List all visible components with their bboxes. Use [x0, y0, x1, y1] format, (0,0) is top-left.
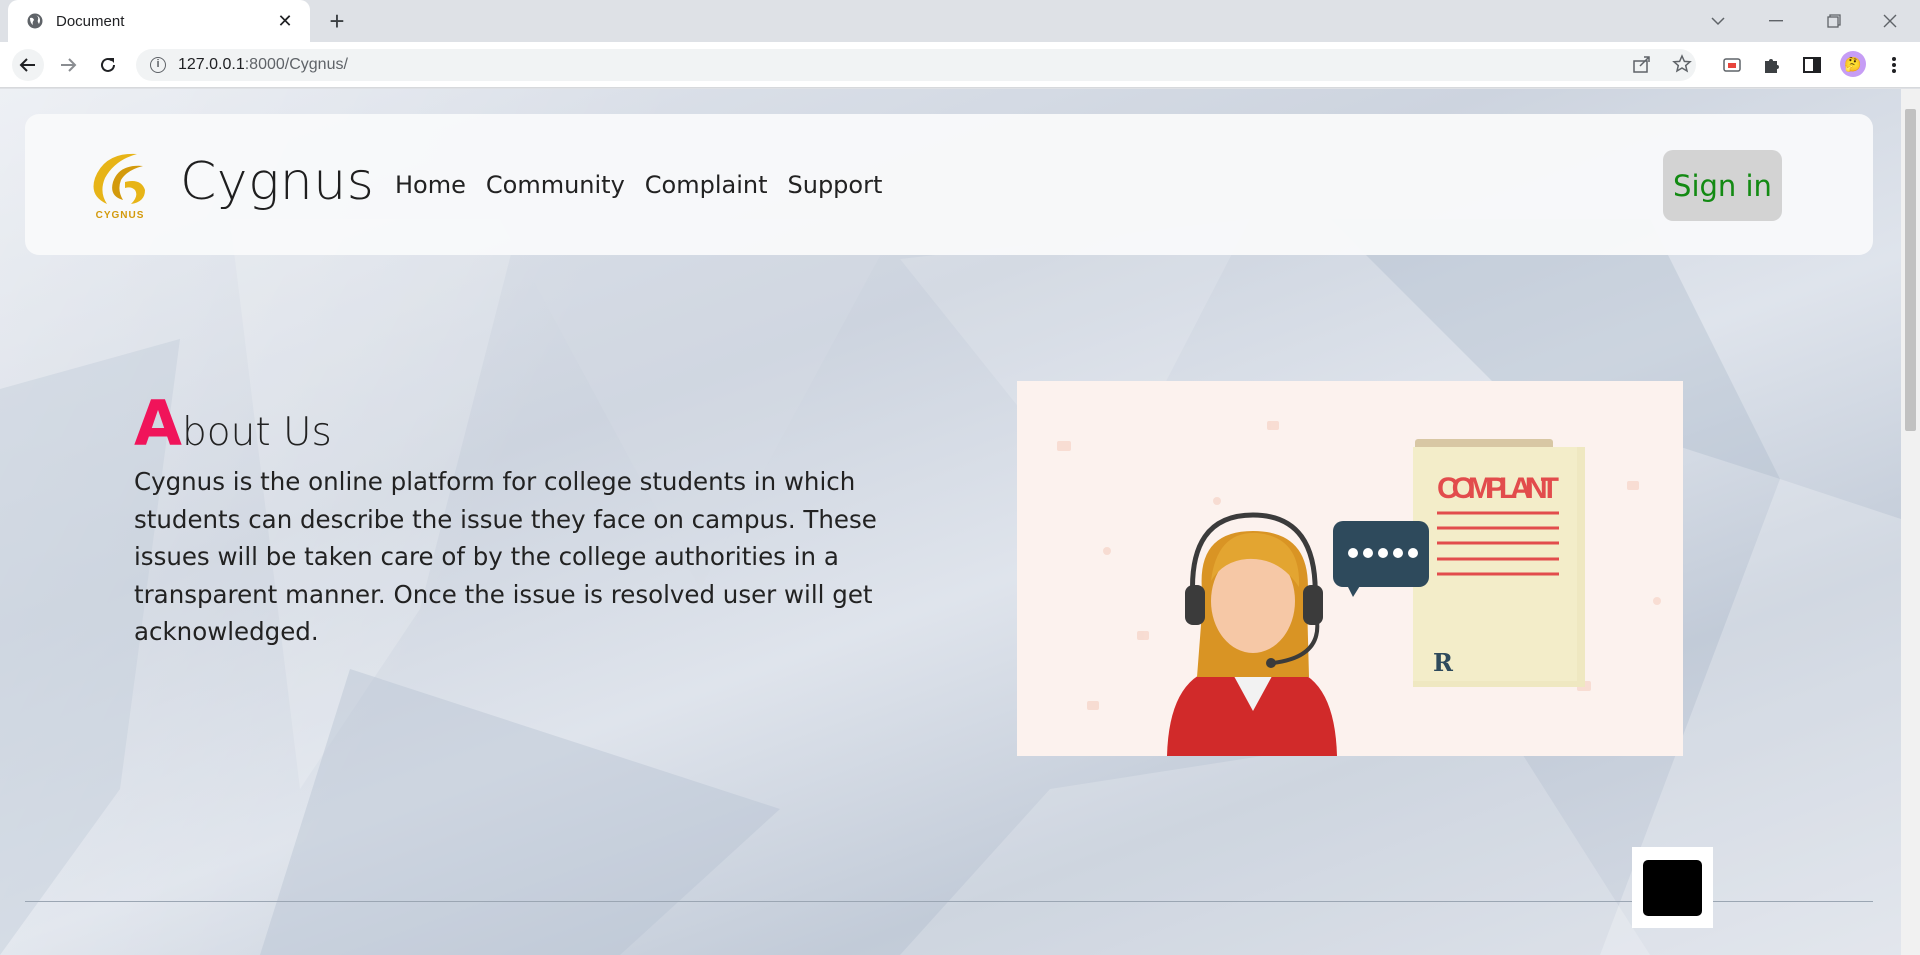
share-icon[interactable] [1628, 50, 1656, 78]
forward-icon[interactable] [52, 49, 84, 81]
nav-link-community[interactable]: Community [486, 171, 625, 199]
page-viewport: CYGNUS Cygnus Home Community Complaint S… [0, 89, 1901, 955]
profile-avatar[interactable]: 🤔 [1840, 51, 1866, 77]
about-description: Cygnus is the online platform for colleg… [134, 467, 877, 646]
floating-widget[interactable] [1632, 847, 1713, 928]
document-signature: R [1433, 648, 1454, 677]
tab-title: Document [56, 12, 125, 30]
document-label: COMPLAINT [1437, 472, 1559, 505]
bookmark-star-icon[interactable] [1668, 50, 1696, 78]
logo-wordmark: CYGNUS [95, 210, 145, 221]
address-bar[interactable]: i 127.0.0.1:8000/Cygnus/ [136, 49, 1696, 81]
about-heading: About Us [134, 387, 332, 460]
new-tab-button[interactable]: + [322, 6, 352, 36]
site-navbar: CYGNUS Cygnus Home Community Complaint S… [25, 114, 1873, 255]
scrollbar-thumb[interactable] [1905, 109, 1916, 431]
main-menu: Home Community Complaint Support [395, 171, 882, 199]
close-window-icon[interactable] [1862, 0, 1918, 42]
tab-search-icon[interactable] [1690, 0, 1746, 42]
sign-in-button[interactable]: Sign in [1663, 150, 1782, 221]
minimize-icon[interactable] [1748, 0, 1804, 42]
browser-tab[interactable]: Document ✕ [8, 0, 310, 42]
extensions-puzzle-icon[interactable] [1758, 51, 1786, 79]
site-brand-name[interactable]: Cygnus [180, 152, 374, 212]
url-path: :8000/Cygnus/ [244, 56, 348, 73]
section-divider [25, 901, 1873, 902]
about-heading-initial: A [134, 387, 182, 460]
floating-widget-square [1643, 859, 1702, 916]
side-panel-icon[interactable] [1798, 51, 1826, 79]
complaint-illustration: COMPLAINT R [1017, 381, 1683, 756]
about-heading-rest: bout Us [181, 410, 332, 455]
browser-toolbar: i 127.0.0.1:8000/Cygnus/ [0, 42, 1920, 88]
nav-link-support[interactable]: Support [788, 171, 883, 199]
cygnus-logo[interactable]: CYGNUS [85, 148, 155, 226]
browser-menu-icon[interactable] [1880, 51, 1908, 79]
page-scrollbar[interactable] [1901, 89, 1920, 955]
globe-icon [26, 12, 44, 30]
browser-tabstrip: Document ✕ + [0, 0, 1920, 42]
close-tab-icon[interactable]: ✕ [274, 11, 296, 32]
restore-icon[interactable] [1806, 0, 1862, 42]
url-host: 127.0.0.1 [178, 56, 245, 73]
site-info-icon[interactable]: i [150, 57, 166, 73]
nav-link-complaint[interactable]: Complaint [645, 171, 768, 199]
back-icon[interactable] [12, 49, 44, 81]
cast-extension-icon[interactable] [1718, 51, 1746, 79]
reload-icon[interactable] [92, 49, 124, 81]
nav-link-home[interactable]: Home [395, 171, 466, 199]
